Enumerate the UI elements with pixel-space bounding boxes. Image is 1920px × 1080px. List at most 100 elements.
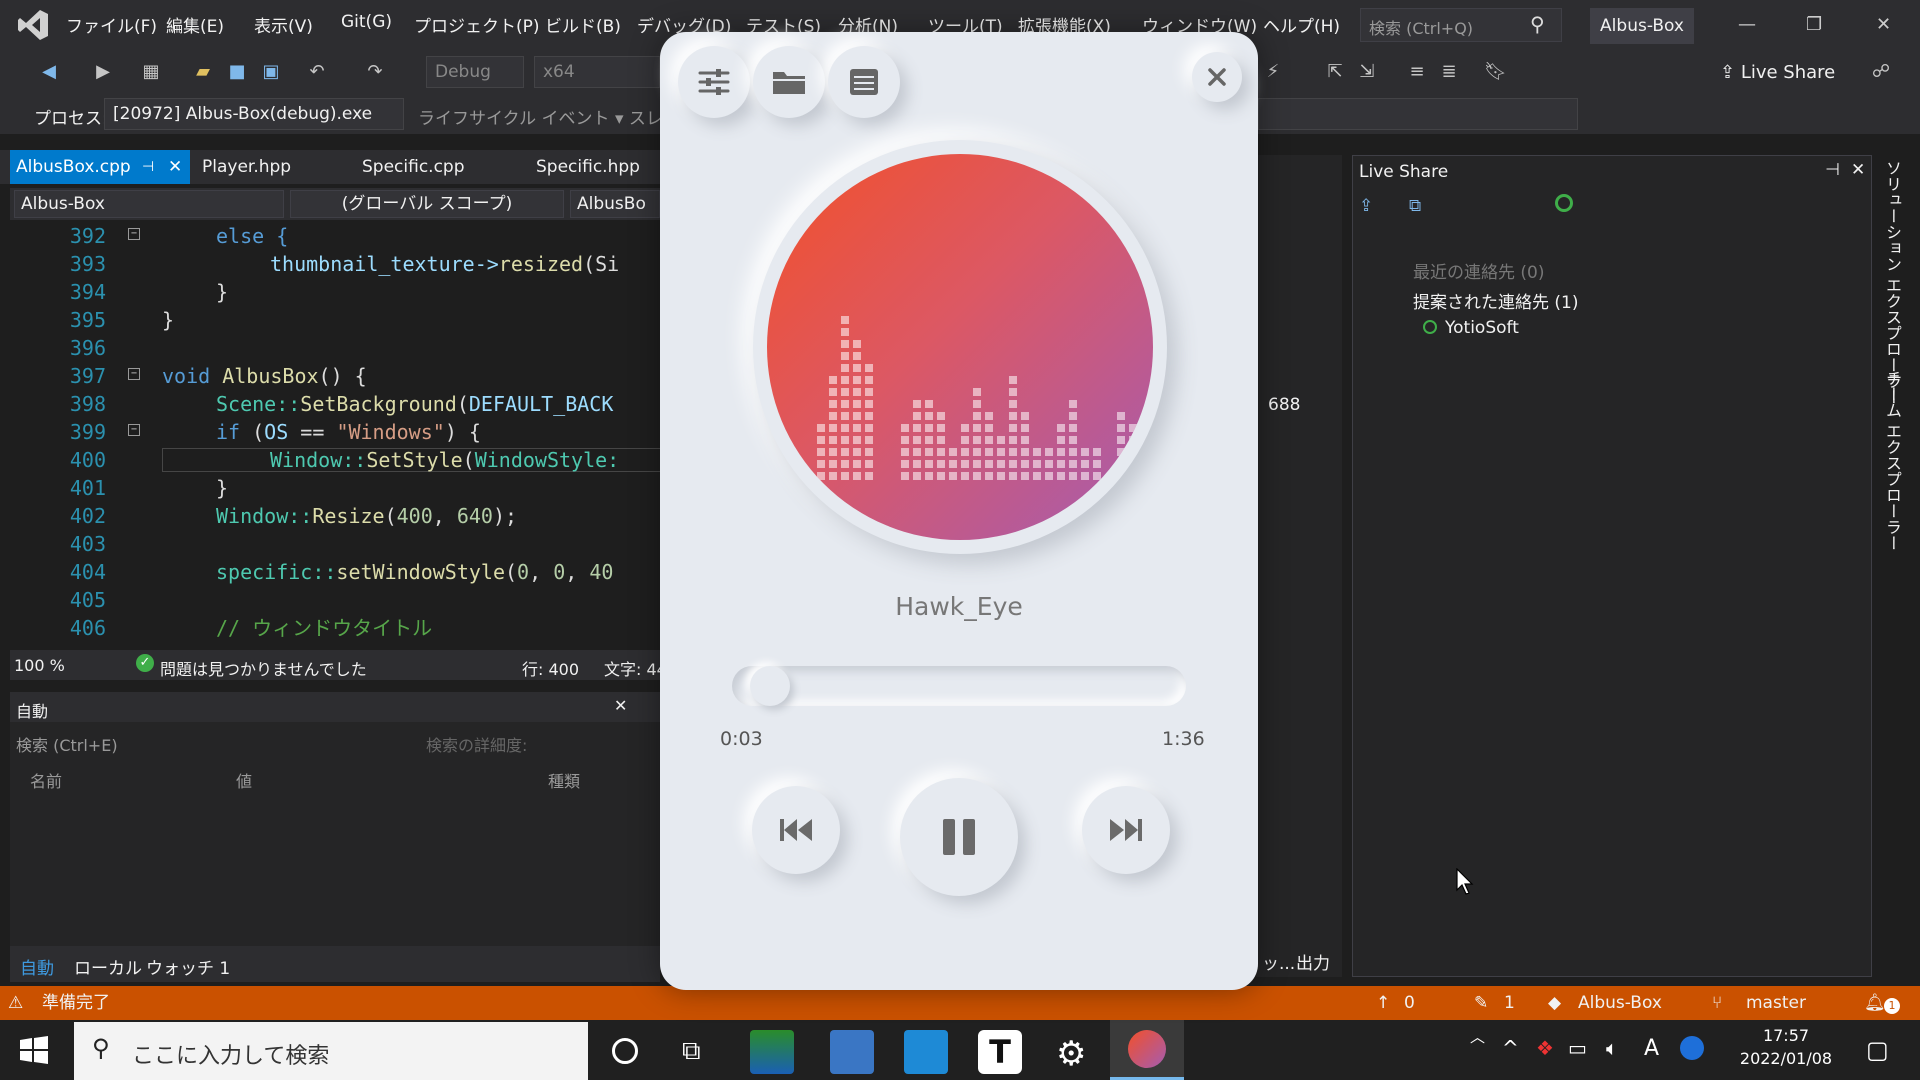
new-project-icon[interactable]: ▦ (140, 61, 162, 83)
lifecycle-events[interactable]: ライフサイクル イベント ▾ スレ (418, 104, 663, 129)
open-file-icon[interactable]: ▰ (192, 61, 214, 83)
network-icon[interactable]: ▭ (1568, 1036, 1587, 1060)
back-icon[interactable]: ◀ (38, 61, 60, 83)
tab-player-hpp[interactable]: Player.hpp (196, 150, 297, 184)
repo-icon[interactable]: ◆ (1548, 986, 1561, 1020)
task-view-icon[interactable]: ⧉ (682, 1036, 701, 1067)
tab-albusbox-cpp[interactable]: AlbusBox.cpp ⊣ ✕ (10, 150, 190, 184)
play-pause-button[interactable] (900, 778, 1018, 896)
autos-search-input[interactable]: 検索 (Ctrl+E) (16, 732, 346, 756)
repo-name[interactable]: Albus-Box (1578, 986, 1662, 1020)
toolbar-icon-b[interactable]: ⇱ (1324, 61, 1346, 83)
platform-select[interactable]: x64 (534, 56, 660, 88)
tab-locals[interactable]: ローカル (74, 954, 142, 979)
pin-icon[interactable]: ⊣ (142, 150, 154, 184)
save-icon[interactable]: ■ (226, 61, 248, 83)
open-folder-button[interactable] (753, 46, 825, 118)
tab-specific-cpp[interactable]: Specific.cpp (356, 150, 471, 184)
action-center-icon[interactable]: ▢ (1866, 1036, 1889, 1064)
team-explorer-tab[interactable]: チーム エクスプローラー (1880, 370, 1904, 551)
volume-icon[interactable]: 🔈︎ (1606, 1036, 1618, 1060)
notification-icon[interactable]: 🔔︎ (1864, 986, 1886, 1020)
toolbar-icon-c[interactable]: ⇲ (1356, 61, 1378, 83)
bookmark-icon[interactable]: 🔖︎ (1484, 61, 1507, 83)
minimize-icon[interactable]: — (1738, 14, 1756, 35)
taskbar-search[interactable]: ⚲ ここに入力して検索 (74, 1022, 588, 1080)
menu-view[interactable]: 表示(V) (254, 12, 313, 37)
toolbar-icon-a[interactable]: ⚡ (1262, 61, 1284, 83)
pin-icon[interactable]: ⊣ (1825, 160, 1840, 180)
menu-edit[interactable]: 編集(E) (166, 12, 224, 37)
tab-specific-hpp[interactable]: Specific.hpp (530, 150, 646, 184)
tab-autos[interactable]: 自動 (20, 954, 54, 979)
next-button[interactable] (1082, 786, 1170, 874)
changes-count[interactable]: 1 (1504, 986, 1515, 1020)
menu-build[interactable]: ビルド(B) (545, 12, 621, 37)
vs-logo-icon[interactable] (16, 8, 50, 42)
stack-frame-select[interactable] (1258, 98, 1578, 130)
share-link-icon[interactable]: ⇪ (1359, 196, 1373, 216)
copy-link-icon[interactable]: ⧉ (1409, 196, 1421, 216)
outdent-icon[interactable]: ≣ (1438, 61, 1460, 83)
status-icon[interactable] (1555, 194, 1573, 212)
edit-icon[interactable]: ✎ (1474, 986, 1488, 1020)
menu-help[interactable]: ヘルプ(H) (1263, 12, 1340, 37)
tab-output[interactable]: 出力 (1296, 949, 1330, 974)
media-app-icon[interactable] (904, 1030, 948, 1074)
app-tray-icon[interactable] (1680, 1036, 1704, 1060)
typora-icon[interactable]: T (978, 1030, 1022, 1074)
settings-button[interactable] (678, 46, 750, 118)
panel-close-icon[interactable]: ✕ (614, 696, 627, 715)
member-select[interactable]: AlbusBo (570, 190, 660, 218)
collapse-icon[interactable]: − (128, 424, 140, 436)
live-share-button[interactable]: ⇪ Live Share (1720, 62, 1835, 83)
windows-start-icon[interactable] (20, 1036, 48, 1064)
branch-icon[interactable]: ⑂ (1712, 986, 1722, 1020)
branch-name[interactable]: master (1746, 986, 1806, 1020)
tab-close-icon[interactable]: ✕ (168, 150, 182, 184)
project-select[interactable]: Albus-Box (14, 190, 284, 218)
redo-icon[interactable]: ↷ (364, 61, 386, 83)
window-close-icon[interactable]: ✕ (1876, 14, 1891, 35)
indent-icon[interactable]: ≡ (1406, 61, 1428, 83)
collapse-icon[interactable]: − (128, 228, 140, 240)
menu-git[interactable]: Git(G) (341, 12, 392, 32)
dropbox-icon[interactable]: ❖ (1536, 1036, 1554, 1060)
albus-box-taskbar-item[interactable] (1110, 1020, 1184, 1080)
ime-indicator[interactable]: A (1644, 1036, 1659, 1061)
settings-gear-icon[interactable]: ⚙ (1056, 1034, 1086, 1074)
publish-icon[interactable]: ↑ (1376, 986, 1390, 1020)
tray-scroll-up-icon[interactable]: ︿ (1470, 1026, 1485, 1047)
menu-file[interactable]: ファイル(F) (66, 12, 157, 37)
code-editor[interactable]: 392 else { 393 thumbnail_texture->resized(… (10, 222, 662, 648)
clock[interactable]: 17:57 2022/01/08 (1738, 1026, 1834, 1068)
restore-icon[interactable]: ❐ (1806, 14, 1822, 35)
seek-bar[interactable] (732, 666, 1186, 706)
playlist-button[interactable] (828, 46, 900, 118)
collapse-icon[interactable]: − (128, 368, 140, 380)
tab-watch[interactable]: ウォッチ 1 (146, 954, 230, 979)
forward-icon[interactable]: ▶ (92, 61, 114, 83)
seek-handle[interactable] (750, 666, 791, 706)
show-hidden-icon[interactable]: ^ (1502, 1036, 1519, 1060)
menu-project[interactable]: プロジェクト(P) (414, 12, 540, 37)
config-select[interactable]: Debug (426, 56, 524, 88)
feedback-icon[interactable]: ☍ (1870, 61, 1892, 83)
unpushed-count[interactable]: 0 (1404, 986, 1415, 1020)
issues-status[interactable]: 問題は見つかりませんでした (160, 656, 367, 680)
scope-select[interactable]: (グローバル スコープ) (290, 190, 564, 218)
previous-button[interactable] (752, 786, 840, 874)
more-tabs[interactable]: ッ... (1262, 949, 1295, 974)
contact-item[interactable]: YotioSoft (1445, 318, 1519, 338)
process-select[interactable]: [20972] Albus-Box(debug).exe (104, 98, 404, 130)
search-icon[interactable]: ⚲ (1530, 12, 1545, 36)
panel-close-icon[interactable]: ✕ (1851, 160, 1865, 180)
suggested-contacts[interactable]: 提案された連絡先 (1) (1413, 288, 1578, 313)
save-all-icon[interactable]: ▣ (260, 61, 282, 83)
recent-contacts[interactable]: 最近の連絡先 (0) (1413, 258, 1544, 283)
app-icon-1[interactable] (750, 1030, 794, 1074)
zoom-select[interactable]: 100 % (14, 656, 65, 675)
solution-explorer-tab[interactable]: ソリューション エクスプローラー (1880, 160, 1904, 405)
undo-icon[interactable]: ↶ (306, 61, 328, 83)
calculator-icon[interactable] (830, 1030, 874, 1074)
